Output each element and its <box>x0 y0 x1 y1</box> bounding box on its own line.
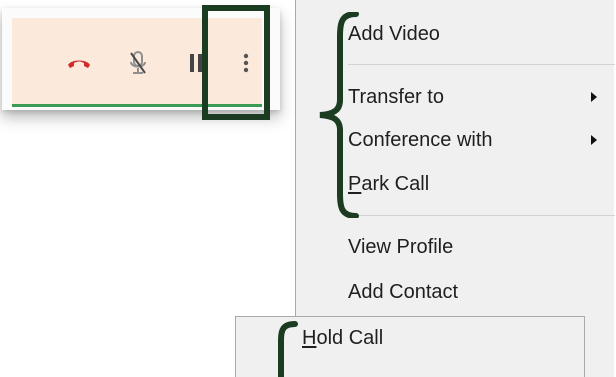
menu-item-label: Add Contact <box>348 280 459 303</box>
menu-item-add-contact[interactable]: Add Contact <box>348 275 597 309</box>
menu-item-label: Park Call <box>348 173 597 196</box>
menu-item-transfer-to[interactable]: Transfer to <box>348 80 597 114</box>
left-curly-bracket <box>316 12 362 218</box>
left-curly-bracket-bottom <box>269 320 299 377</box>
mute-button[interactable] <box>123 50 153 80</box>
menu-item-hold-call[interactable]: Hold Call <box>302 327 383 350</box>
menu-item-label: old Call <box>316 327 384 349</box>
menu-item-park-call[interactable]: Park Call <box>348 167 597 201</box>
menu-item-label: View Profile <box>348 235 454 258</box>
menu-item-label-rest: ark Call <box>361 172 430 195</box>
screen-stage: Add Video Transfer to Conference with Pa… <box>0 0 616 377</box>
menu-item-conference-with[interactable]: Conference with <box>348 123 597 157</box>
hangup-icon <box>65 55 93 76</box>
menu-item-add-video[interactable]: Add Video <box>348 17 597 51</box>
menu-separator <box>348 64 615 65</box>
submenu-arrow-icon <box>591 92 597 102</box>
menu-item-label: Transfer to <box>348 85 444 108</box>
submenu-arrow-icon <box>591 135 597 145</box>
menu-item-view-profile[interactable]: View Profile <box>348 230 597 264</box>
access-key: H <box>302 327 317 349</box>
highlight-box <box>202 5 270 120</box>
menu-item-label: Add Video <box>348 22 440 45</box>
mute-icon <box>128 50 148 81</box>
menu-item-label: Conference with <box>348 128 493 151</box>
hangup-button[interactable] <box>64 50 94 80</box>
menu-separator <box>348 215 615 216</box>
